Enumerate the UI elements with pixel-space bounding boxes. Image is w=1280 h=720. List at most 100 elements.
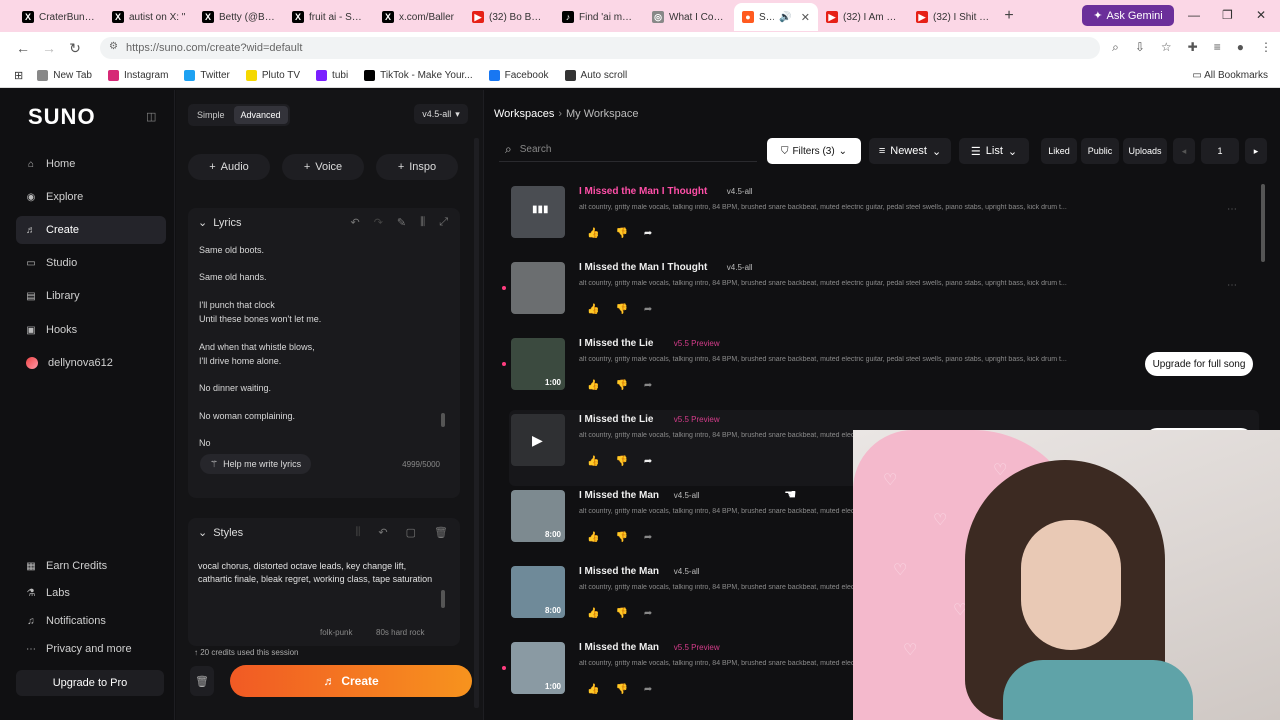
url-field[interactable]: ⚙ https://suno.com/create?wid=default: [100, 37, 1100, 59]
sidebar-item-home[interactable]: ⌂ Home: [16, 150, 166, 178]
sidebar-item-dellynova612[interactable]: dellynova612: [16, 349, 166, 377]
profile-icon[interactable]: ●: [1237, 40, 1244, 55]
undo-icon[interactable]: ↶: [350, 216, 359, 229]
copy-icon[interactable]: ▢: [406, 526, 416, 539]
sidebar-item-earn-credits[interactable]: ▦ Earn Credits: [16, 552, 166, 580]
dislike-icon[interactable]: 👎: [615, 532, 627, 543]
share-icon[interactable]: ➦: [644, 532, 652, 543]
upgrade-to-pro-button[interactable]: Upgrade to Pro: [16, 670, 164, 696]
install-icon[interactable]: ⇩: [1135, 40, 1145, 55]
undo-icon[interactable]: ↶: [378, 526, 387, 539]
bookmark-item[interactable]: Auto scroll: [564, 70, 627, 81]
song-title[interactable]: I Missed the Lie: [579, 338, 653, 349]
liked-filter-button[interactable]: Liked: [1041, 138, 1077, 164]
style-tag[interactable]: folk-punk: [320, 628, 352, 637]
dislike-icon[interactable]: 👎: [615, 456, 627, 467]
song-thumbnail[interactable]: 1:00: [511, 338, 565, 390]
sort-select[interactable]: ≡ Newest ⌄: [869, 138, 951, 164]
more-options-icon[interactable]: ⋯: [1227, 280, 1237, 291]
browser-tab[interactable]: X Betty (@Balle: [194, 3, 284, 31]
song-title[interactable]: I Missed the Man I Thought: [579, 186, 707, 197]
expand-icon[interactable]: ⤢: [439, 216, 448, 229]
public-filter-button[interactable]: Public: [1081, 138, 1119, 164]
dislike-icon[interactable]: 👎: [615, 228, 627, 239]
page-number[interactable]: 1: [1201, 138, 1239, 164]
song-thumbnail[interactable]: ▮▮▮: [511, 186, 565, 238]
bookmark-item[interactable]: Pluto TV: [245, 70, 300, 81]
song-title[interactable]: I Missed the Man: [579, 490, 659, 501]
sidebar-item-hooks[interactable]: ▣ Hooks: [16, 316, 166, 344]
like-icon[interactable]: 👍: [587, 228, 599, 239]
browser-tab[interactable]: X CraterBuns or: [14, 3, 104, 31]
like-icon[interactable]: 👍: [587, 532, 599, 543]
share-icon[interactable]: ➦: [644, 456, 652, 467]
sidebar-item-create[interactable]: ♬ Create: [16, 216, 166, 244]
styles-scrollbar[interactable]: [441, 590, 445, 608]
song-title[interactable]: I Missed the Man: [579, 566, 659, 577]
bookmark-star-icon[interactable]: ☆: [1161, 40, 1172, 55]
song-row[interactable]: ▮▮▮ I Missed the Man I Thought v4.5-all alt…: [509, 182, 1259, 258]
bookmark-item[interactable]: TikTok - Make Your...: [364, 70, 473, 81]
song-thumbnail[interactable]: [511, 262, 565, 314]
media-icon[interactable]: ≡: [1214, 40, 1221, 55]
view-select[interactable]: ☰ List ⌄: [959, 138, 1029, 164]
styles-toggle[interactable]: ⌄ Styles: [198, 526, 243, 540]
song-title[interactable]: I Missed the Man I Thought: [579, 262, 707, 273]
prev-page-button[interactable]: ◂: [1173, 138, 1195, 164]
song-thumbnail[interactable]: 8:00: [511, 566, 565, 618]
new-tab-icon[interactable]: +: [998, 7, 1020, 25]
share-icon[interactable]: ➦: [644, 684, 652, 695]
sidebar-item-notifications[interactable]: ♫ Notifications: [16, 607, 166, 635]
bookmark-item[interactable]: tubi: [316, 70, 348, 81]
all-bookmarks-link[interactable]: ▭ All Bookmarks: [1192, 70, 1268, 81]
play-icon[interactable]: ▶: [532, 432, 543, 449]
browser-tab[interactable]: ● Suno 🔊 ✕: [734, 3, 818, 31]
browser-tab[interactable]: Xautist on X: ": [104, 3, 194, 31]
mode-advanced-button[interactable]: Advanced: [233, 106, 288, 124]
mode-simple-button[interactable]: Simple: [190, 106, 232, 124]
edit-icon[interactable]: ✎: [397, 216, 406, 229]
ask-gemini-button[interactable]: ✦ Ask Gemini: [1082, 5, 1174, 26]
like-icon[interactable]: 👍: [587, 304, 599, 315]
extensions-icon[interactable]: ✚: [1188, 40, 1198, 55]
browser-tab[interactable]: ♪ Find 'ai music: [554, 3, 644, 31]
sidebar-item-labs[interactable]: ⚗ Labs: [16, 579, 166, 607]
share-icon[interactable]: ➦: [644, 380, 652, 391]
library-icon[interactable]: ⫼: [420, 216, 425, 229]
create-button[interactable]: ♬ Create: [230, 665, 472, 697]
sidebar-item-explore[interactable]: ◉ Explore: [16, 183, 166, 211]
bookmark-item[interactable]: Twitter: [184, 70, 230, 81]
more-options-icon[interactable]: ⋯: [1227, 204, 1237, 215]
add-voice-button[interactable]: + Voice: [282, 154, 364, 180]
mute-icon[interactable]: 🔊: [779, 12, 791, 23]
redo-icon[interactable]: ↷: [374, 216, 383, 229]
styles-textarea[interactable]: vocal chorus, distorted octave leads, ke…: [198, 560, 438, 586]
browser-tab[interactable]: Xfruit ai - Sear: [284, 3, 374, 31]
song-title[interactable]: I Missed the Man: [579, 642, 659, 653]
share-icon[interactable]: ➦: [644, 608, 652, 619]
forward-icon[interactable]: →: [36, 40, 62, 56]
sidebar-item-privacy-and-more[interactable]: ⋯ Privacy and more: [16, 635, 166, 663]
close-window-icon[interactable]: ✕: [1256, 8, 1266, 22]
reload-icon[interactable]: ↻: [62, 40, 88, 57]
next-page-button[interactable]: ▸: [1245, 138, 1267, 164]
add-audio-button[interactable]: + Audio: [188, 154, 270, 180]
restore-icon[interactable]: ❐: [1222, 8, 1233, 22]
trash-icon[interactable]: 🗑: [434, 526, 448, 539]
bookmark-item[interactable]: New Tab: [37, 70, 92, 81]
panel-scrollbar[interactable]: [474, 138, 479, 708]
like-icon[interactable]: 👍: [587, 380, 599, 391]
search-input[interactable]: ⌕ Search: [499, 138, 757, 162]
style-library-icon[interactable]: ⫼: [355, 526, 360, 539]
dislike-icon[interactable]: 👎: [615, 608, 627, 619]
dislike-icon[interactable]: 👎: [615, 684, 627, 695]
song-thumbnail[interactable]: 1:00: [511, 642, 565, 694]
upgrade-full-song-button[interactable]: Upgrade for full song: [1145, 352, 1253, 376]
song-list-scrollbar[interactable]: [1261, 184, 1265, 262]
sidebar-item-studio[interactable]: ▭ Studio: [16, 249, 166, 277]
dislike-icon[interactable]: 👎: [615, 304, 627, 315]
filters-button[interactable]: ⛉ Filters (3) ⌄: [767, 138, 861, 164]
song-thumbnail[interactable]: 8:00: [511, 490, 565, 542]
browser-tab[interactable]: ◎ What I Could: [644, 3, 734, 31]
back-icon[interactable]: ←: [10, 40, 36, 56]
